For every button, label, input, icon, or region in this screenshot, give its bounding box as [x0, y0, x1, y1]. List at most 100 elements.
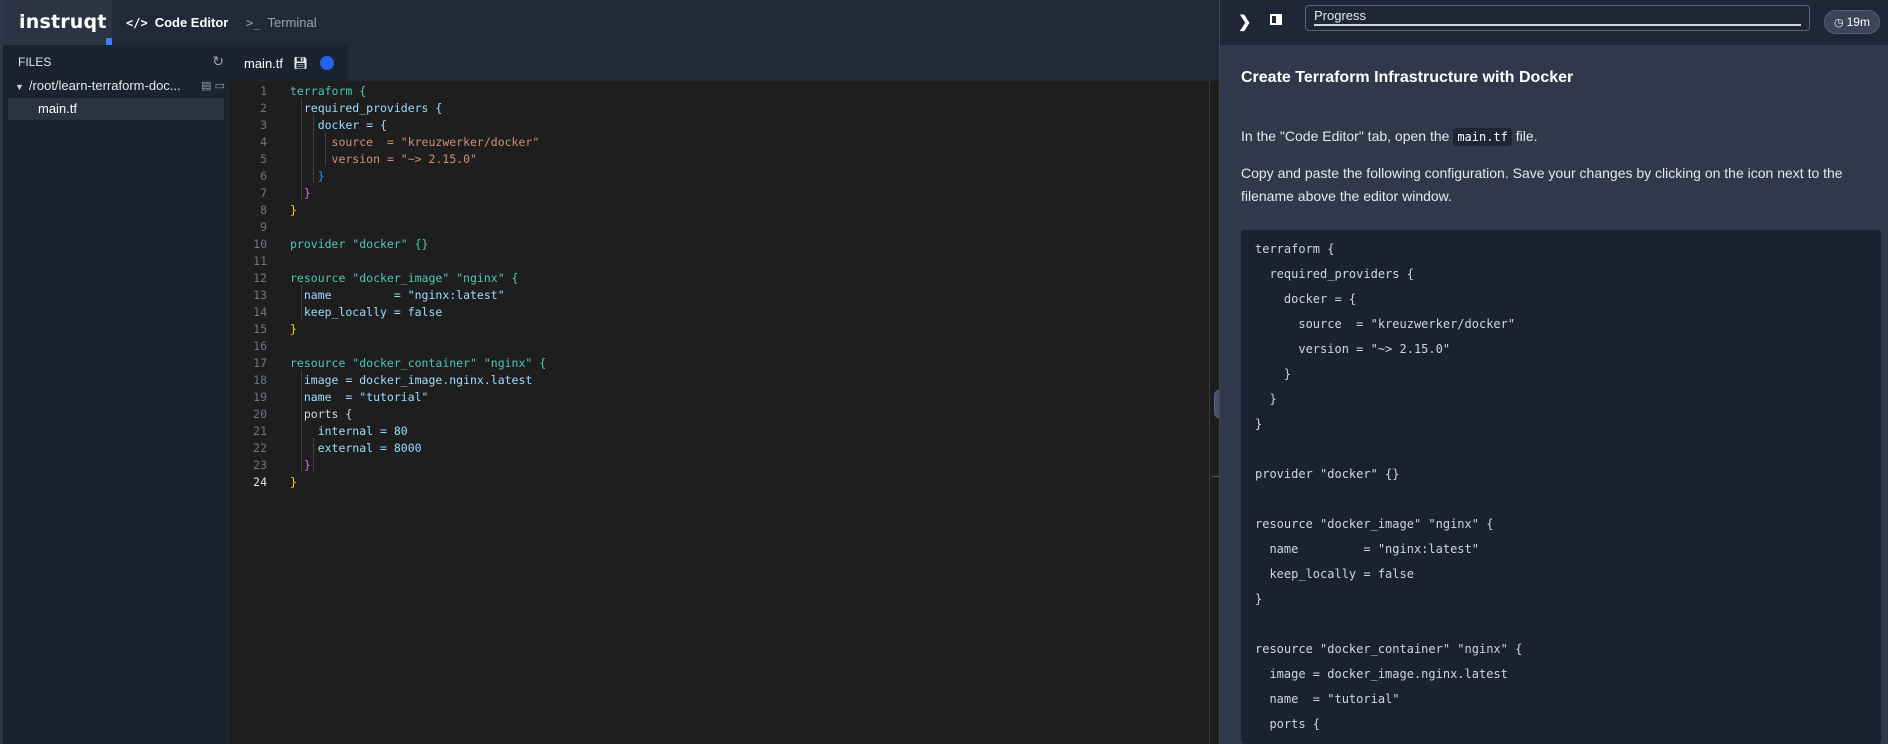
folder-label: /root/learn-terraform-doc...: [28, 78, 181, 93]
snippet-line: image = docker_image.nginx.latest: [1255, 667, 1508, 681]
code-line: external = 8000: [290, 441, 422, 455]
line-number: 19: [253, 390, 267, 404]
snippet-line: keep_locally = false: [1255, 567, 1414, 581]
line-number: 16: [253, 339, 267, 353]
line-number: 6: [260, 169, 267, 183]
line-number: 1: [260, 84, 267, 98]
line-number: 17: [253, 356, 267, 370]
line-number: 14: [253, 305, 267, 319]
code-line: terraform {: [290, 84, 367, 98]
line-number: 21: [253, 424, 267, 438]
line-number: 13: [253, 288, 267, 302]
line-number: 3: [260, 118, 267, 132]
new-folder-icon[interactable]: ▭: [215, 80, 225, 92]
code-line: }: [290, 475, 297, 489]
snippet-line: }: [1255, 367, 1292, 381]
snippet-line: terraform {: [1255, 242, 1335, 256]
code-line: }: [290, 203, 297, 217]
tab-terminal[interactable]: >_ Terminal: [246, 0, 317, 45]
editor-area: instruqt </> Code Editor >_ Terminal FIL…: [0, 0, 1228, 744]
snippet-line: docker = {: [1255, 292, 1357, 306]
line-number: 8: [260, 203, 267, 217]
challenge-title: Create Terraform Infrastructure with Doc…: [1241, 69, 1574, 86]
file-item-main-tf[interactable]: main.tf: [8, 98, 224, 120]
inline-code-filename: main.tf: [1453, 128, 1512, 146]
line-number: 24: [253, 475, 267, 489]
progress-label: Progress: [1314, 8, 1367, 23]
file-tab-main-tf[interactable]: main.tf 💾︎: [230, 45, 349, 81]
file-tab-bar: main.tf 💾︎: [230, 45, 1219, 81]
code-line: }: [290, 169, 325, 183]
line-number: 23: [253, 458, 267, 472]
snippet-line: }: [1255, 392, 1277, 406]
timer-badge: ◷ 19m: [1824, 10, 1880, 34]
snippet-line: resource "docker_container" "nginx" {: [1255, 642, 1523, 656]
code-line: resource "docker_image" "nginx" {: [290, 271, 519, 285]
code-line: internal = 80: [290, 424, 408, 438]
line-number: 11: [253, 254, 267, 268]
app-window: instruqt </> Code Editor >_ Terminal FIL…: [0, 0, 1888, 744]
unsaved-indicator: [320, 56, 335, 70]
snippet-line: }: [1255, 417, 1263, 431]
file-explorer: FILES ↻ ▼ /root/learn-terraform-doc... ▤ …: [3, 45, 230, 744]
top-bar: instruqt </> Code Editor >_ Terminal: [3, 0, 1219, 45]
code-snippet[interactable]: terraform { required_providers { docker …: [1241, 230, 1881, 744]
progress-bar: Progress: [1305, 5, 1810, 31]
code-line: name = "nginx:latest": [290, 288, 505, 302]
line-number: 18: [253, 373, 267, 387]
sidebar-toggle-icon[interactable]: [1270, 14, 1282, 25]
line-number: 10: [253, 237, 267, 251]
line-number: 4: [260, 135, 267, 149]
line-number: 7: [260, 186, 267, 200]
snippet-line: version = "~> 2.15.0": [1255, 342, 1451, 356]
instruction-paragraph-1: In the "Code Editor" tab, open the main.…: [1241, 125, 1871, 149]
snippet-line: provider "docker" {}: [1255, 467, 1400, 481]
collapse-chevron-icon[interactable]: ❯: [1238, 12, 1251, 32]
clock-icon: ◷: [1834, 16, 1844, 29]
code-line: }: [290, 322, 297, 336]
tab-terminal-label: Terminal: [267, 15, 317, 30]
tab-code-editor[interactable]: </> Code Editor: [126, 0, 228, 45]
assignment-panel: ❯ Progress ◷ 19m Create Terraform Infras…: [1219, 0, 1888, 744]
instruction-paragraph-2: Copy and paste the following configurati…: [1241, 165, 1843, 204]
code-line: required_providers {: [290, 101, 443, 115]
refresh-icon[interactable]: ↻: [212, 53, 224, 70]
logo-text: instruqt: [19, 11, 107, 33]
code-line: version = "~> 2.15.0": [290, 152, 477, 166]
line-number: 5: [260, 152, 267, 166]
snippet-line: required_providers {: [1255, 267, 1414, 281]
instruction-text: file.: [1511, 128, 1538, 144]
code-line: ports {: [290, 407, 353, 421]
snippet-line: }: [1255, 592, 1263, 606]
files-title: FILES: [18, 55, 52, 69]
editor-scrollbar[interactable]: [1209, 81, 1210, 744]
caret-down-icon[interactable]: ▼: [15, 82, 24, 92]
brand-logo[interactable]: instruqt: [3, 0, 112, 45]
instruction-text: In the "Code Editor" tab, open the: [1241, 128, 1454, 144]
code-line: keep_locally = false: [290, 305, 443, 319]
line-number: 15: [253, 322, 267, 336]
code-line: image = docker_image.nginx.latest: [290, 373, 533, 387]
code-line: }: [290, 186, 311, 200]
logo-accent: [106, 38, 112, 45]
tab-code-editor-label: Code Editor: [154, 15, 229, 30]
line-number: 22: [253, 441, 267, 455]
terminal-icon: >_: [246, 15, 261, 30]
timer-value: 19m: [1846, 15, 1870, 29]
line-number: 2: [260, 101, 267, 115]
code-line: docker = {: [290, 118, 387, 132]
line-number: 12: [253, 271, 267, 285]
snippet-line: name = "nginx:latest": [1255, 542, 1479, 556]
line-number: 20: [253, 407, 267, 421]
code-editor[interactable]: 1 terraform { 2 required_providers { 3 do…: [230, 81, 1228, 744]
code-line: }: [290, 458, 311, 472]
new-file-icon[interactable]: ▤: [201, 80, 211, 92]
folder-item[interactable]: ▼ /root/learn-terraform-doc... ▤ ▭: [15, 78, 225, 98]
save-icon[interactable]: 💾︎: [293, 56, 308, 70]
code-line: source = "kreuzwerker/docker": [290, 135, 540, 149]
code-line: name = "tutorial": [290, 390, 429, 404]
code-line: provider "docker" {}: [290, 237, 429, 251]
snippet-line: ports {: [1255, 717, 1321, 731]
snippet-line: resource "docker_image" "nginx" {: [1255, 517, 1494, 531]
progress-track: [1314, 24, 1801, 26]
